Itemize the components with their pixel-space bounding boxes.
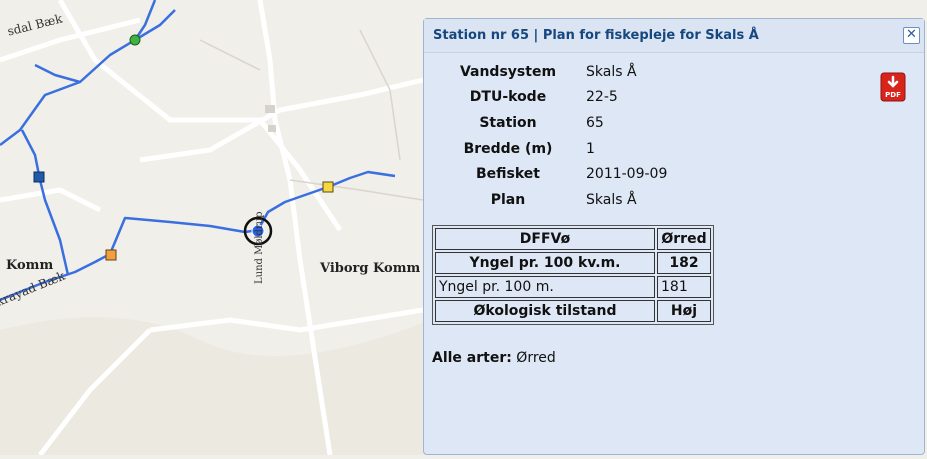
info-value: Skals Å <box>586 64 637 80</box>
table-row: Yngel pr. 100 kv.m. 182 <box>435 252 711 274</box>
table-cell-value: 181 <box>657 276 711 298</box>
map-label-lund-moldrup: Lund Møldrup <box>254 211 265 284</box>
info-value: Skals Å <box>586 192 637 208</box>
station-marker-blue[interactable] <box>33 171 45 183</box>
station-marker-yellow[interactable] <box>322 181 334 193</box>
table-row: DFFVø Ørred <box>435 228 711 250</box>
station-marker-orange[interactable] <box>105 249 117 261</box>
popup-title: Station nr 65 | Plan for fiskepleje for … <box>433 28 759 43</box>
building <box>268 125 276 132</box>
info-key: Station <box>479 115 537 131</box>
all-species: Alle arter: Ørred <box>432 350 556 366</box>
close-button[interactable]: ✕ <box>903 27 920 44</box>
info-value: 2011-09-09 <box>586 166 668 182</box>
info-value: 65 <box>586 115 604 131</box>
fish-table: DFFVø Ørred Yngel pr. 100 kv.m. 182 Ynge… <box>432 225 714 325</box>
info-value: 22-5 <box>586 89 618 105</box>
info-value: 1 <box>586 141 595 157</box>
table-header-label: DFFVø <box>435 228 655 250</box>
info-key: Befisket <box>476 166 540 182</box>
all-species-label: Alle arter: <box>432 350 512 366</box>
table-cell-value: 182 <box>657 252 711 274</box>
pdf-download-icon[interactable]: PDF <box>880 72 906 102</box>
all-species-value: Ørred <box>516 350 556 366</box>
map-label-komm: Komm <box>6 258 54 273</box>
info-key: Vandsystem <box>459 64 557 80</box>
info-key: DTU-kode <box>469 89 547 105</box>
table-header-value: Ørred <box>657 228 711 250</box>
svg-text:PDF: PDF <box>885 91 901 99</box>
table-cell-label: Yngel pr. 100 m. <box>435 276 655 298</box>
map-label-viborg-komm: Viborg Komm <box>320 261 421 276</box>
popup-header: Station nr 65 | Plan for fiskepleje for … <box>424 19 924 53</box>
station-marker-green[interactable] <box>129 34 141 46</box>
table-cell-label: Økologisk tilstand <box>435 300 655 322</box>
table-row: Økologisk tilstand Høj <box>435 300 711 322</box>
table-cell-label: Yngel pr. 100 kv.m. <box>435 252 655 274</box>
info-key: Plan <box>490 192 526 208</box>
info-key: Bredde (m) <box>463 141 553 157</box>
table-row: Yngel pr. 100 m. 181 <box>435 276 711 298</box>
building <box>265 105 275 113</box>
table-cell-value: Høj <box>657 300 711 322</box>
